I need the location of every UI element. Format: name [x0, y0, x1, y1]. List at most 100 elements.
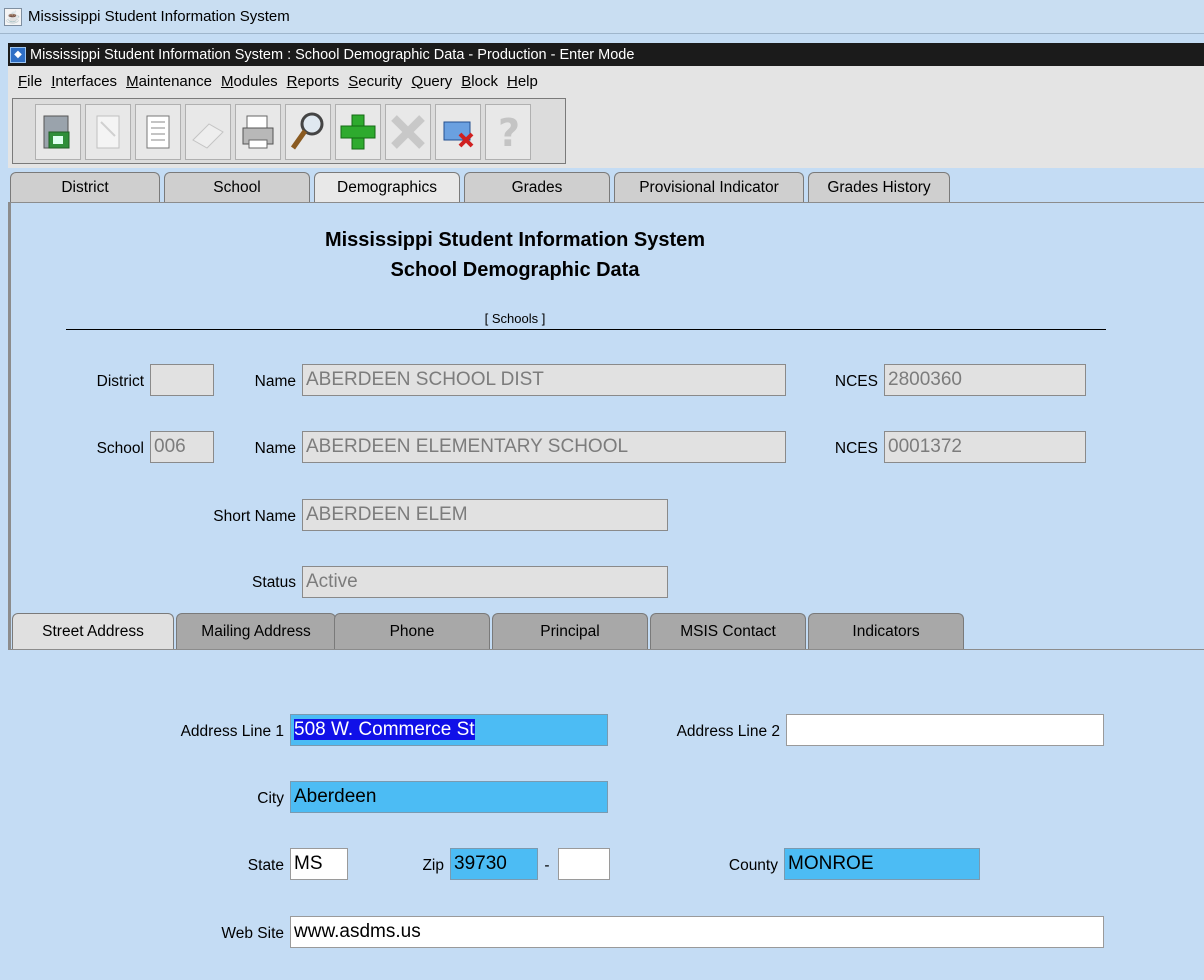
- website-label: Web Site: [221, 925, 284, 942]
- address-line1-value: 508 W. Commerce St: [294, 719, 475, 740]
- exit-icon: [443, 121, 474, 148]
- menu-security[interactable]: Security: [348, 73, 402, 90]
- tab-grades-history-label: Grades History: [827, 178, 931, 196]
- tab-demographics-label: Demographics: [337, 178, 437, 196]
- printer-icon: [242, 115, 274, 149]
- menu-maintenance[interactable]: Maintenance: [126, 73, 212, 90]
- menu-interfaces[interactable]: Interfaces: [51, 73, 117, 90]
- school-name-field[interactable]: ABERDEEN ELEMENTARY SCHOOL: [302, 431, 786, 463]
- subtab-street-address[interactable]: Street Address: [12, 613, 174, 649]
- toolbar-group: ?: [12, 98, 566, 164]
- city-label: City: [257, 790, 284, 807]
- window-title: Mississippi Student Information System: [28, 8, 290, 25]
- county-label: County: [728, 857, 778, 874]
- zip-extension-field[interactable]: [558, 848, 610, 880]
- tab-school-label: School: [213, 178, 261, 196]
- form-titlebar: ◆ Mississippi Student Information System…: [8, 43, 1204, 66]
- tab-district[interactable]: District: [10, 172, 160, 202]
- tab-district-label: District: [61, 178, 109, 196]
- section-divider: [66, 329, 1106, 330]
- menu-reports[interactable]: Reports: [287, 73, 340, 90]
- new-record-button[interactable]: [85, 104, 131, 160]
- list-button[interactable]: [135, 104, 181, 160]
- subtab-msis-contact[interactable]: MSIS Contact: [650, 613, 806, 649]
- plus-icon: [340, 114, 376, 150]
- school-name-label: Name: [254, 440, 296, 457]
- toolbar: ?: [8, 96, 1204, 168]
- save-button[interactable]: [35, 104, 81, 160]
- menu-block[interactable]: Block: [461, 73, 498, 90]
- tab-provisional-indicator[interactable]: Provisional Indicator: [614, 172, 804, 202]
- insert-button[interactable]: [335, 104, 381, 160]
- subtab-phone[interactable]: Phone: [334, 613, 490, 649]
- tab-provisional-indicator-label: Provisional Indicator: [639, 178, 779, 196]
- menu-help[interactable]: Help: [507, 73, 538, 90]
- address-line1-field[interactable]: 508 W. Commerce St: [290, 714, 608, 746]
- subtab-street-address-label: Street Address: [42, 622, 144, 640]
- list-icon: [146, 115, 170, 149]
- section-label: [ Schools ]: [484, 311, 546, 326]
- tab-demographics[interactable]: Demographics: [314, 172, 460, 202]
- subtab-mailing-address-label: Mailing Address: [201, 622, 311, 640]
- county-field[interactable]: MONROE: [784, 848, 980, 880]
- magnifier-icon: [290, 112, 324, 150]
- district-field[interactable]: [150, 364, 214, 396]
- subtab-msis-contact-label: MSIS Contact: [680, 622, 776, 640]
- school-nces-label: NCES: [834, 440, 878, 457]
- website-field[interactable]: www.asdms.us: [290, 916, 1104, 948]
- eraser-icon: [192, 123, 224, 149]
- address-line2-label: Address Line 2: [676, 723, 780, 740]
- subtab-principal[interactable]: Principal: [492, 613, 648, 649]
- oracle-forms-icon: ◆: [10, 46, 26, 63]
- subtab-mailing-address[interactable]: Mailing Address: [176, 613, 336, 649]
- school-nces-field[interactable]: 0001372: [884, 431, 1086, 463]
- subtab-indicators-label: Indicators: [852, 622, 920, 640]
- tab-grades-history[interactable]: Grades History: [808, 172, 950, 202]
- status-field[interactable]: Active: [302, 566, 668, 598]
- x-icon: [391, 115, 425, 149]
- exit-button[interactable]: [435, 104, 481, 160]
- district-nces-label: NCES: [834, 373, 878, 390]
- help-icon: ?: [498, 111, 520, 154]
- short-name-label: Short Name: [213, 508, 296, 525]
- menu-query[interactable]: Query: [411, 73, 452, 90]
- page-title-line1: Mississippi Student Information System: [324, 229, 706, 251]
- subtab-principal-label: Principal: [540, 622, 600, 640]
- main-tabs: District School Demographics Grades Prov…: [8, 170, 1204, 202]
- search-button[interactable]: [285, 104, 331, 160]
- zip-separator: -: [544, 857, 550, 874]
- district-name-field[interactable]: ABERDEEN SCHOOL DIST: [302, 364, 786, 396]
- state-label: State: [247, 857, 284, 874]
- delete-button[interactable]: [385, 104, 431, 160]
- short-name-field[interactable]: ABERDEEN ELEM: [302, 499, 668, 531]
- district-nces-field[interactable]: 2800360: [884, 364, 1086, 396]
- address-line1-label: Address Line 1: [180, 723, 284, 740]
- note-icon: [96, 115, 120, 149]
- menu-bar: File Interfaces Maintenance Modules Repo…: [8, 66, 1204, 96]
- zip-field[interactable]: 39730: [450, 848, 538, 880]
- form-title: Mississippi Student Information System :…: [30, 46, 635, 63]
- subtab-indicators[interactable]: Indicators: [808, 613, 964, 649]
- tab-school[interactable]: School: [164, 172, 310, 202]
- help-button[interactable]: ?: [485, 104, 531, 160]
- state-field[interactable]: MS: [290, 848, 348, 880]
- school-label: School: [96, 440, 144, 457]
- status-label: Status: [252, 574, 296, 591]
- tab-grades-label: Grades: [511, 178, 563, 196]
- school-field[interactable]: 006: [150, 431, 214, 463]
- menu-file[interactable]: File: [18, 73, 42, 90]
- print-button[interactable]: [235, 104, 281, 160]
- tab-grades[interactable]: Grades: [464, 172, 610, 202]
- address-tabs: Street Address Mailing Address Phone Pri…: [8, 613, 1204, 649]
- svg-text:?: ?: [498, 111, 520, 154]
- menu-modules[interactable]: Modules: [221, 73, 278, 90]
- java-app-icon: ☕: [4, 7, 22, 26]
- subtab-phone-label: Phone: [389, 622, 435, 640]
- address-line2-field[interactable]: [786, 714, 1104, 746]
- save-icon: [43, 115, 70, 149]
- eraser-button[interactable]: [185, 104, 231, 160]
- window-titlebar: ☕ Mississippi Student Information System: [0, 0, 1204, 34]
- city-field[interactable]: Aberdeen: [290, 781, 608, 813]
- page-title-line2: School Demographic Data: [390, 259, 640, 281]
- zip-label: Zip: [422, 857, 444, 874]
